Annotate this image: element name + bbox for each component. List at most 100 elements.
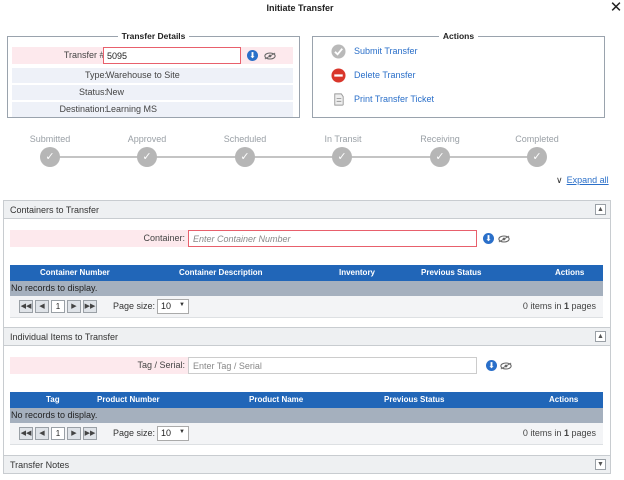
clear-container-icon[interactable] [498,235,510,243]
collapse-containers-icon[interactable]: ▲ [595,204,606,215]
containers-empty-text: No records to display. [11,283,98,293]
tag-field-label: Tag / Serial: [137,360,185,370]
step-scheduled-label: Scheduled [223,134,267,144]
expand-all-link[interactable]: ∨ Expand all [556,175,609,186]
col-container-number[interactable]: Container Number [40,268,110,277]
double-chevron-down-icon: ∨ [556,175,563,185]
step-completed-check-icon: ✓ [527,147,547,167]
notes-section-header[interactable]: Transfer Notes ▼ [3,455,611,474]
step-approved-label: Approved [127,134,167,144]
actions-legend: Actions [442,31,475,41]
clear-transfer-icon[interactable] [264,52,276,60]
col-inventory[interactable]: Inventory [339,268,375,277]
items-page-size-select[interactable]: 10 ▼ [157,426,189,441]
page-size-select[interactable]: 10 ▼ [157,299,189,314]
col-item-previous-status[interactable]: Previous Status [384,395,444,404]
step-submitted-check-icon: ✓ [40,147,60,167]
col-previous-status[interactable]: Previous Status [421,268,481,277]
pager-info: 0 items in 1 pages [522,301,596,311]
step-completed: Completed [502,134,572,144]
step-in-transit: In Transit [308,134,378,144]
add-tag-icon[interactable]: ⬇ [486,360,497,371]
col-product-number[interactable]: Product Number [97,395,160,404]
status-row: Status: New [12,85,293,100]
step-submitted: Submitted [15,134,85,144]
transfer-number-label: Transfer #: [63,50,107,60]
items-grid-header: Tag Product Number Product Name Previous… [10,392,603,408]
items-prev-page-icon[interactable]: ◀ [35,427,49,440]
col-tag[interactable]: Tag [46,395,60,404]
actions-panel: Actions Submit Transfer Delete Transfer … [312,31,605,118]
items-section-header[interactable]: Individual Items to Transfer ▲ [3,327,611,346]
dropdown-caret-icon: ▼ [179,302,185,308]
col-item-actions: Actions [549,395,579,404]
items-last-page-icon[interactable]: ▶▶ [83,427,97,440]
step-submitted-label: Submitted [29,134,71,144]
step-receiving-check-icon: ✓ [430,147,450,167]
transfer-details-panel: Transfer Details Transfer #: ⬇ Type: War… [7,31,300,118]
step-in-transit-check-icon: ✓ [332,147,352,167]
delete-circle-icon [331,68,346,83]
transfer-details-legend: Transfer Details [121,31,186,41]
containers-section-header[interactable]: Containers to Transfer ▲ [3,200,611,219]
status-label: Status: [78,87,107,97]
last-page-icon[interactable]: ▶▶ [83,300,97,313]
step-receiving-label: Receiving [420,134,460,144]
dialog-title: Initiate Transfer [266,3,334,13]
clear-tag-icon[interactable] [500,362,512,370]
items-next-page-icon[interactable]: ▶ [67,427,81,440]
step-completed-label: Completed [515,134,559,144]
progress-track [50,156,538,158]
page-size-label: Page size: [113,301,156,311]
add-container-icon[interactable]: ⬇ [483,233,494,244]
close-icon[interactable]: ✕ [609,0,623,15]
load-transfer-icon[interactable]: ⬇ [247,50,258,61]
print-transfer-ticket-label: Print Transfer Ticket [354,94,435,104]
step-scheduled-check-icon: ✓ [235,147,255,167]
type-row: Type: Warehouse to Site [12,68,293,83]
items-empty-text: No records to display. [11,410,98,420]
destination-label: Destination: [59,104,107,114]
expand-notes-icon[interactable]: ▼ [595,459,606,470]
step-receiving: Receiving [405,134,475,144]
page-size-value: 10 [161,301,172,311]
transfer-number-row: Transfer #: ⬇ [12,47,293,64]
col-actions: Actions [555,268,585,277]
containers-grid-header: Container Number Container Description I… [10,265,603,281]
step-scheduled: Scheduled [210,134,280,144]
tag-field-row: Tag / Serial: [10,357,188,374]
step-approved: Approved [112,134,182,144]
page-number[interactable]: 1 [51,300,65,313]
destination-value: Learning MS [106,104,158,114]
next-page-icon[interactable]: ▶ [67,300,81,313]
container-field-label: Container: [143,233,185,243]
submit-transfer-label: Submit Transfer [354,46,418,56]
col-product-name[interactable]: Product Name [249,395,303,404]
delete-transfer-label: Delete Transfer [354,70,416,80]
step-approved-check-icon: ✓ [137,147,157,167]
print-ticket-icon [334,93,344,106]
containers-pager: ◀◀ ◀ 1 ▶ ▶▶ Page size: 10 ▼ 0 items in 1… [10,296,603,318]
notes-section-title: Transfer Notes [10,460,70,470]
containers-empty-row: No records to display. [10,281,603,296]
container-input[interactable]: Enter Container Number [188,230,477,247]
check-circle-icon [331,44,346,59]
prev-page-icon[interactable]: ◀ [35,300,49,313]
items-empty-row: No records to display. [10,408,603,423]
status-value: New [106,87,125,97]
first-page-icon[interactable]: ◀◀ [19,300,33,313]
items-pager: ◀◀ ◀ 1 ▶ ▶▶ Page size: 10 ▼ 0 items in 1… [10,423,603,445]
tag-serial-input[interactable]: Enter Tag / Serial [188,357,477,374]
transfer-number-input[interactable] [103,47,241,64]
expand-all-label: Expand all [566,175,609,185]
col-container-description[interactable]: Container Description [179,268,263,277]
items-dropdown-caret-icon: ▼ [179,429,185,435]
container-field-row: Container: [10,230,188,247]
items-section-title: Individual Items to Transfer [10,332,119,342]
step-in-transit-label: In Transit [324,134,362,144]
collapse-items-icon[interactable]: ▲ [595,331,606,342]
items-first-page-icon[interactable]: ◀◀ [19,427,33,440]
items-page-size-value: 10 [161,428,172,438]
type-label: Type: [84,70,107,80]
items-page-number[interactable]: 1 [51,427,65,440]
